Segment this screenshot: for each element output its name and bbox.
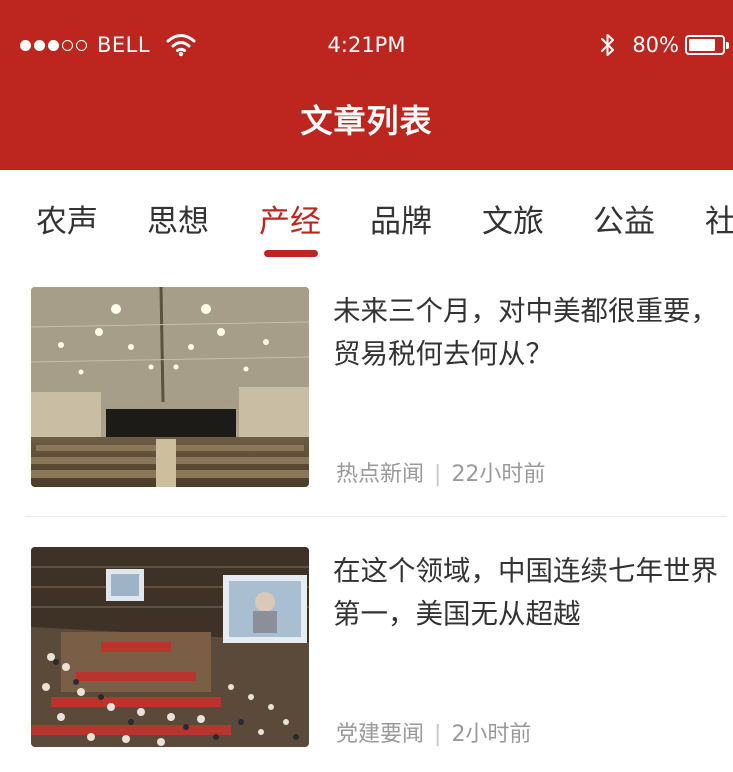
battery-percentage: 80% bbox=[632, 33, 679, 57]
article-meta: 党建要闻 | 2小时前 bbox=[336, 716, 531, 748]
battery-tip bbox=[726, 42, 729, 49]
tab-sixiang[interactable]: 思想 bbox=[147, 196, 209, 241]
status-right: 80% bbox=[600, 28, 729, 62]
article-title[interactable]: 在这个领域，中国连续七年世界第一，美国无从超越 bbox=[333, 550, 729, 636]
article-time: 2小时前 bbox=[451, 722, 532, 747]
article-category: 党建要闻 bbox=[336, 722, 425, 747]
article-thumbnail[interactable] bbox=[31, 287, 309, 487]
battery-icon bbox=[685, 35, 729, 55]
tab-she[interactable]: 社 bbox=[705, 196, 733, 241]
assembly-meeting-photo bbox=[31, 547, 309, 747]
battery-level bbox=[689, 39, 715, 51]
active-tab-indicator bbox=[264, 250, 318, 257]
article-category: 热点新闻 bbox=[336, 462, 425, 487]
status-bar: BELL 4:21PM 80% bbox=[0, 0, 733, 90]
tab-pinpai[interactable]: 品牌 bbox=[370, 196, 432, 241]
article-thumbnail[interactable] bbox=[31, 547, 309, 747]
article-time: 22小时前 bbox=[451, 462, 546, 487]
meta-separator: | bbox=[434, 722, 442, 747]
bluetooth-icon bbox=[600, 32, 616, 58]
tab-chanjing[interactable]: 产经 bbox=[259, 196, 321, 241]
conference-hall-photo bbox=[31, 287, 309, 487]
category-tabs: 农声 思想 产经 品牌 文旅 公益 社 bbox=[0, 170, 733, 266]
tab-wenlv[interactable]: 文旅 bbox=[482, 196, 544, 241]
article-title[interactable]: 未来三个月，对中美都很重要，贸易税何去何从？ bbox=[333, 290, 729, 376]
tab-nongsheng[interactable]: 农声 bbox=[36, 196, 98, 241]
page-title: 文章列表 bbox=[300, 102, 433, 140]
app-header: BELL 4:21PM 80% 文章列表 bbox=[0, 0, 733, 170]
article-meta: 热点新闻 | 22小时前 bbox=[336, 456, 545, 488]
tab-gongyi[interactable]: 公益 bbox=[593, 196, 655, 241]
list-divider bbox=[25, 516, 727, 517]
meta-separator: | bbox=[434, 462, 442, 487]
